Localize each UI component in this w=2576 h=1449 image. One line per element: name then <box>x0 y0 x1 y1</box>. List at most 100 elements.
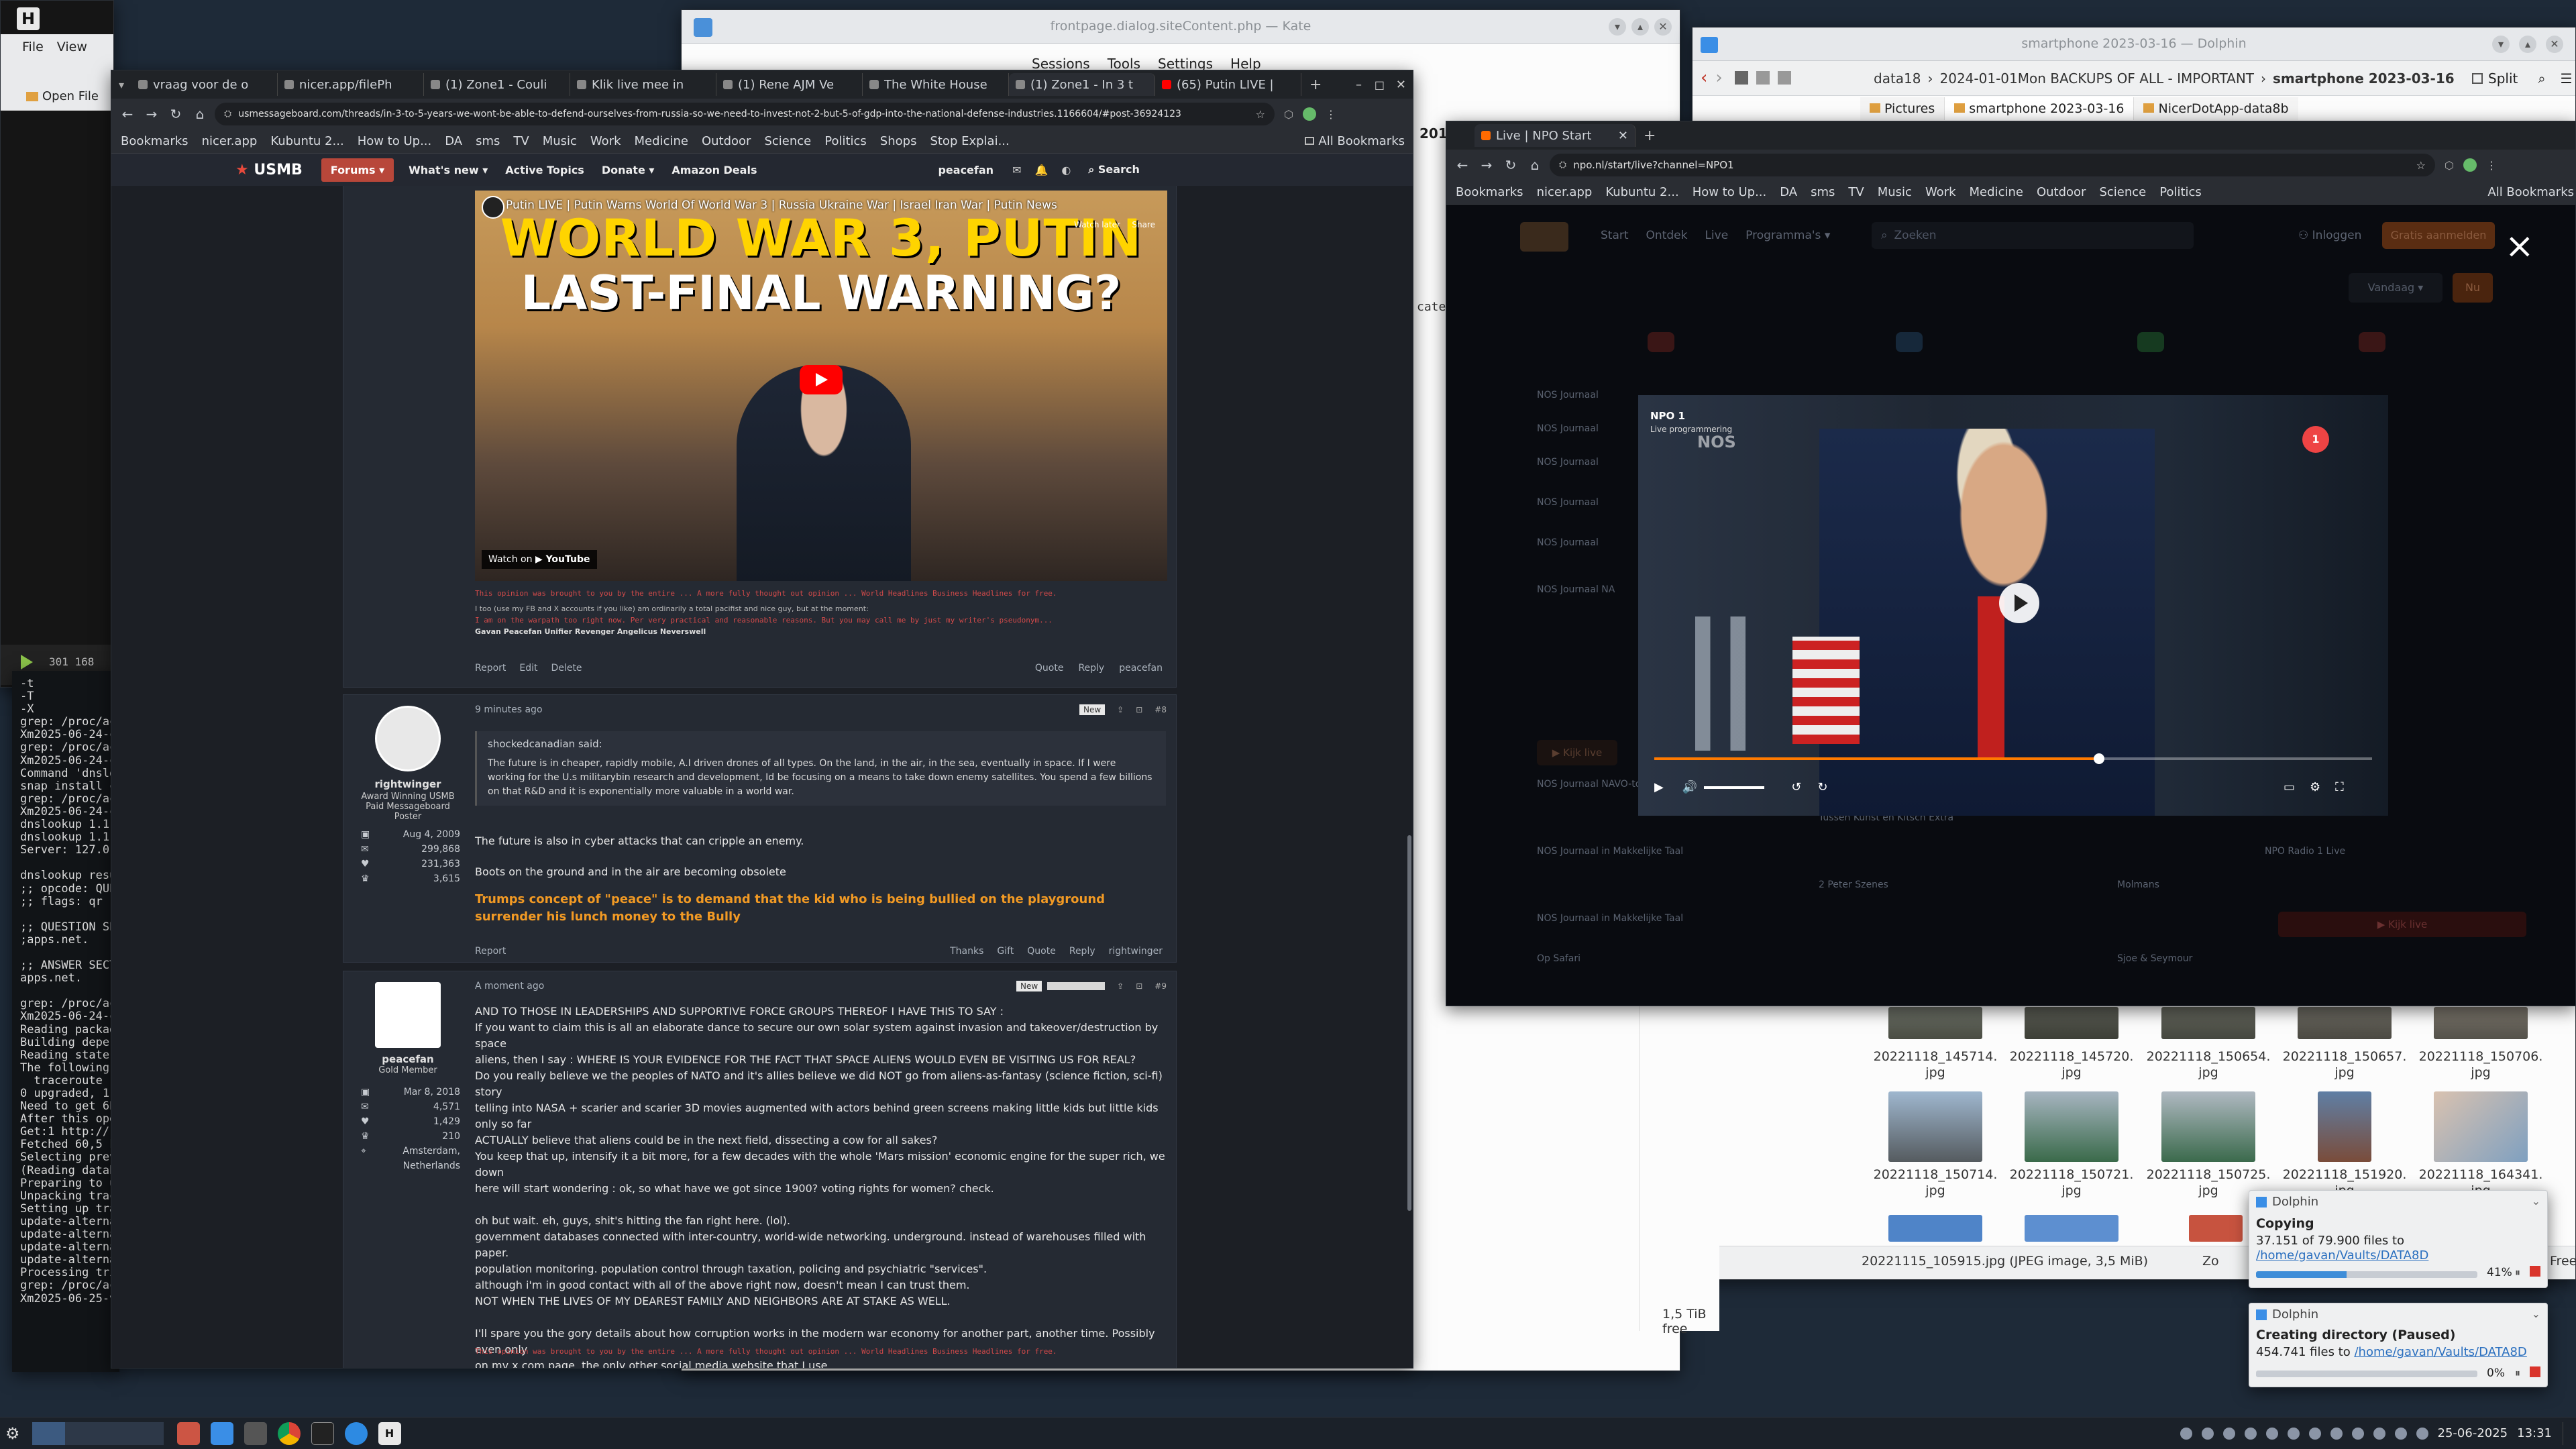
gift-button[interactable]: Gift <box>997 946 1014 957</box>
view-details-icon[interactable] <box>1777 71 1791 85</box>
kate-close-button[interactable]: ✕ <box>1654 18 1672 36</box>
tray-network-icon[interactable] <box>2201 1427 2214 1440</box>
theme-icon[interactable]: ◐ <box>1061 164 1071 176</box>
fullscreen-icon[interactable]: ⛶ <box>2335 780 2344 794</box>
file-name[interactable]: 20221118_150657. jpg <box>2277 1049 2412 1081</box>
bookmark-item[interactable]: Science <box>764 134 811 148</box>
schedule-item[interactable]: NOS Journaal <box>1537 537 1599 548</box>
tray-kdeconnect-icon[interactable] <box>2244 1427 2257 1440</box>
close-overlay-icon[interactable]: × <box>2505 229 2534 264</box>
rewind-icon[interactable]: ↺ <box>1791 780 1801 794</box>
tray-battery-icon[interactable] <box>2373 1427 2385 1440</box>
share-icon[interactable]: ⇪ <box>1117 705 1124 714</box>
file-thumbnail[interactable] <box>1888 1215 1982 1242</box>
new-tab-button[interactable]: + <box>1309 76 1322 93</box>
tab-1[interactable]: nicer.app/filePh <box>278 73 424 96</box>
bookmark-icon[interactable]: ⊡ <box>1136 981 1142 991</box>
tab-0[interactable]: vraag voor de o <box>131 73 278 96</box>
user-link[interactable]: rightwinger <box>1109 946 1163 957</box>
edit-link[interactable]: Edit <box>519 663 537 674</box>
reply-button[interactable]: Reply <box>1069 946 1095 957</box>
reload-icon[interactable]: ↻ <box>168 106 184 122</box>
reply-button[interactable]: Reply <box>1078 663 1104 674</box>
dolphin-minimize-button[interactable]: ▾ <box>2492 36 2510 53</box>
profile-avatar[interactable] <box>1302 107 1316 121</box>
bookmark-item[interactable]: Kubuntu 2... <box>270 134 343 148</box>
tab-2[interactable]: (1) Zone1 - Couli <box>424 73 570 96</box>
file-thumbnail[interactable] <box>2025 1215 2118 1242</box>
notification-copying[interactable]: Dolphin ⌄ Copying 37.151 of 79.900 files… <box>2249 1190 2548 1288</box>
notification-link[interactable]: /home/gavan/Vaults/DATA8D <box>2354 1345 2526 1359</box>
post-number[interactable]: #9 <box>1155 981 1167 991</box>
dolphin-maximize-button[interactable]: ▴ <box>2519 36 2536 53</box>
file-thumbnail[interactable] <box>2434 1091 2528 1162</box>
task-discover-icon[interactable] <box>344 1421 368 1445</box>
volume-slider[interactable] <box>1704 786 1765 789</box>
file-thumbnail[interactable] <box>1888 1091 1982 1162</box>
nav-whats-new[interactable]: What's new ▾ <box>409 164 488 176</box>
npo-login[interactable]: ⚇ Inloggen <box>2298 229 2361 242</box>
clock-time[interactable]: 13:31 <box>2517 1426 2552 1440</box>
tab-5[interactable]: The White House <box>863 73 1009 96</box>
tab-4[interactable]: (1) Rene AJM Ve <box>716 73 863 96</box>
back-icon[interactable]: ← <box>119 106 136 122</box>
view-compact-icon[interactable] <box>1756 71 1770 85</box>
clock-date[interactable]: 25-06-2025 <box>2438 1426 2508 1440</box>
bookmark-item[interactable]: How to Up... <box>358 134 432 148</box>
chrome-menu-icon[interactable]: ⋮ <box>1326 108 1336 121</box>
forum-content[interactable]: Putin LIVE | Putin Warns World Of World … <box>111 186 1413 1368</box>
npo-nav-start[interactable]: Start <box>1601 229 1629 242</box>
menu-file[interactable]: File <box>22 40 44 54</box>
delete-link[interactable]: Delete <box>551 663 582 674</box>
post-time[interactable]: 9 minutes ago <box>475 704 543 715</box>
split-button[interactable]: Split ⌕ ☰ <box>2472 70 2573 87</box>
npo-video-player[interactable]: NPO 1 Live programmering NOS 1 ▶ 🔊 ↺ ↻ ▭… <box>1638 395 2388 816</box>
bookmark-item[interactable]: sms <box>476 134 500 148</box>
schedule-item[interactable]: NOS Journaal NAVO-top <box>1537 779 1647 790</box>
site-info-icon[interactable]: ⛭ <box>224 109 231 119</box>
task-konsole-icon[interactable] <box>311 1421 334 1445</box>
schedule-item[interactable]: NPO Radio 1 Live <box>2265 846 2345 857</box>
avatar[interactable] <box>375 982 441 1048</box>
bookmark-item[interactable]: TV <box>1848 185 1864 199</box>
npo-day-select[interactable]: Vandaag ▾ <box>2349 273 2443 303</box>
menu-view[interactable]: View <box>57 40 87 54</box>
report-link[interactable]: Report <box>475 946 506 957</box>
collapse-icon[interactable]: ⌄ <box>2532 1307 2540 1320</box>
breadcrumb-item[interactable]: data18 <box>1874 70 1921 87</box>
user-link[interactable]: peacefan <box>1119 663 1163 674</box>
tab-3[interactable]: Klik live mee in <box>570 73 716 96</box>
file-thumbnail[interactable] <box>1888 1007 1982 1039</box>
npo-nav-live[interactable]: Live <box>1705 229 1728 242</box>
forward-icon[interactable]: › <box>1715 68 1722 88</box>
npo-now-button[interactable]: Nu <box>2453 273 2493 303</box>
forward-icon[interactable]: → <box>144 106 160 122</box>
bookmark-item[interactable]: Bookmarks <box>121 134 189 148</box>
new-tab-button[interactable]: + <box>1644 127 1656 144</box>
pause-icon[interactable]: ⏸ <box>2515 1266 2520 1279</box>
report-link[interactable]: Report <box>475 663 506 674</box>
nav-forums[interactable]: Forums ▾ <box>321 158 394 182</box>
play-button[interactable] <box>800 365 843 394</box>
search-icon[interactable]: ⌕ <box>2538 70 2545 87</box>
bookmark-item[interactable]: Work <box>1925 185 1956 199</box>
quote-button[interactable]: Quote <box>1027 946 1056 957</box>
schedule-item[interactable]: Sjoe & Seymour <box>2117 953 2192 964</box>
file-thumbnail[interactable] <box>2318 1091 2371 1162</box>
menu-icon[interactable]: ☰ <box>2561 70 2573 87</box>
bookmark-item[interactable]: Music <box>543 134 577 148</box>
tab-pictures[interactable]: Pictures <box>1860 97 1945 120</box>
chrome-menu-icon[interactable]: ⋮ <box>2486 159 2497 172</box>
bookmark-item[interactable]: Work <box>590 134 621 148</box>
bookmark-item[interactable]: sms <box>1811 185 1835 199</box>
address-bar[interactable]: ⛭ npo.nl/start/live?channel=NPO1 ☆ <box>1550 154 2435 176</box>
tray-steam-icon[interactable] <box>2180 1427 2192 1440</box>
bookmark-item[interactable]: DA <box>1780 185 1797 199</box>
task-kate-icon[interactable] <box>176 1421 200 1445</box>
bookmark-item[interactable]: nicer.app <box>1537 185 1593 199</box>
back-icon[interactable]: ‹ <box>1701 68 1707 88</box>
schedule-item[interactable]: NOS Journaal <box>1537 497 1599 508</box>
avatar[interactable] <box>375 706 441 771</box>
minimize-icon[interactable]: – <box>1356 78 1362 92</box>
post-time[interactable]: A moment ago <box>475 981 544 991</box>
